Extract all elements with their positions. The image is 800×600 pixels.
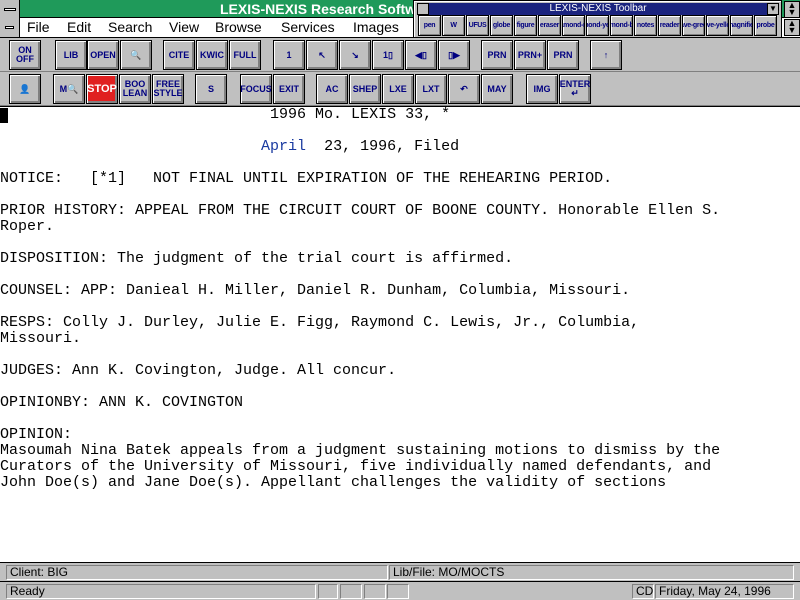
status-bar: Ready CD Friday, May 24, 1996	[0, 581, 800, 600]
document-line: OPINION:	[0, 426, 73, 443]
cite-button[interactable]: CITE	[163, 40, 195, 70]
chevron-down-icon[interactable]: ▼	[767, 3, 779, 15]
date-field: Friday, May 24, 1996	[655, 584, 794, 599]
calendar-button[interactable]: MAY	[481, 74, 513, 104]
print-disabled-button[interactable]: PRN	[547, 40, 579, 70]
shepards-button[interactable]: SHEP	[349, 74, 381, 104]
boolean-button[interactable]: BOO LEAN	[119, 74, 151, 104]
save-green-icon[interactable]: save-green	[682, 15, 705, 36]
magnifier-icon[interactable]: magnifier	[730, 15, 753, 36]
search-button[interactable]: 🔍	[120, 40, 152, 70]
menu-browse[interactable]: Browse	[215, 19, 262, 36]
figure-icon[interactable]: figure	[514, 15, 537, 36]
window-title: LEXIS-NEXIS Research Softw	[220, 1, 417, 17]
reader-icon[interactable]: reader	[658, 15, 681, 36]
toolbar-system-button[interactable]	[417, 3, 429, 15]
menu-file[interactable]: File	[27, 19, 50, 36]
prev-page-button[interactable]: ◀▯	[405, 40, 437, 70]
document-line: JUDGES: Ann K. Covington, Judge. All con…	[0, 362, 397, 379]
document-view[interactable]: 1996 Mo. LEXIS 33, * April 23, 1996, Fil…	[0, 106, 800, 562]
document-line: PRIOR HISTORY: APPEAL FROM THE CIRCUIT C…	[0, 202, 721, 219]
enter-button[interactable]: ENTER ↵	[559, 74, 591, 104]
next-page-button[interactable]: ▯▶	[438, 40, 470, 70]
status-text: Ready	[6, 584, 316, 599]
status-cell	[318, 584, 338, 599]
document-text: 1996 Mo. LEXIS 33, * April 23, 1996, Fil…	[0, 107, 720, 491]
lexcite-button[interactable]: LXE	[382, 74, 414, 104]
diamond-blue-icon[interactable]: diamond-blue	[610, 15, 633, 36]
client-field: Client: BIG	[6, 565, 388, 580]
toolbar-secondary: 👤 M🔍 STOP BOO LEAN FREE STYLE S FOCUS EXIT AC SHE…	[0, 72, 800, 106]
modify-button[interactable]: M🔍	[53, 74, 85, 104]
freestyle-button[interactable]: FREE STYLE	[152, 74, 184, 104]
cd-indicator: CD	[632, 584, 654, 599]
scroll-up-down-button[interactable]: ▲ ▼	[784, 19, 800, 36]
scroll-up-down-button[interactable]: ▲ ▼	[784, 1, 800, 18]
document-line: COUNSEL: APP: Danieal H. Miller, Daniel …	[0, 282, 631, 299]
status-cell	[364, 584, 386, 599]
toolbar-main: ON OFF LIB OPEN 🔍 CITE KWIC FULL 1 ↖ ↘ 1▯ ◀▯ ▯▶ PRN PR…	[0, 38, 800, 72]
document-line: RESPS: Colly J. Durley, Julie E. Figg, R…	[0, 314, 640, 331]
toolbar-window-title[interactable]: LEXIS-NEXIS Toolbar ▼	[417, 3, 779, 15]
open-folder-button[interactable]: OPEN	[87, 40, 119, 70]
on-off-button[interactable]: ON OFF	[9, 40, 41, 70]
diamond-yellow-icon[interactable]: diamond-yellow	[586, 15, 609, 36]
pen-icon[interactable]: pen	[418, 15, 441, 36]
full-button[interactable]: FULL	[229, 40, 261, 70]
focus-button[interactable]: FOCUS	[240, 74, 272, 104]
UFUS-icon[interactable]: UFUS	[466, 15, 489, 36]
shepard-kwic-button[interactable]: S	[195, 74, 227, 104]
libfile-field: Lib/File: MO/MOCTS	[389, 565, 794, 580]
document-menu-button[interactable]	[0, 18, 20, 37]
lexis-nexis-toolbar-window[interactable]: LEXIS-NEXIS Toolbar ▼ pen W UFUS globe figur…	[413, 0, 782, 38]
document-line: Missouri.	[0, 330, 82, 347]
probe-icon[interactable]: probe	[754, 15, 777, 36]
document-line: OPINIONBY: ANN K. COVINGTON	[0, 394, 244, 411]
users-button[interactable]: 👤	[9, 74, 41, 104]
diamond-red-icon[interactable]: diamond-red	[562, 15, 585, 36]
date-month[interactable]: April	[261, 138, 306, 155]
first-doc-button[interactable]: 1▯	[372, 40, 404, 70]
kwic-button[interactable]: KWIC	[196, 40, 228, 70]
W-icon[interactable]: W	[442, 15, 465, 36]
document-line: NOTICE: [*1] NOT FINAL UNTIL EXPIRATION …	[0, 170, 613, 187]
autocite-button[interactable]: AC	[316, 74, 348, 104]
print-all-button[interactable]: PRN+	[514, 40, 546, 70]
status-bar-client: Client: BIG Lib/File: MO/MOCTS	[0, 562, 800, 580]
lxt-button[interactable]: LXT	[415, 74, 447, 104]
stop-button[interactable]: STOP	[86, 74, 118, 104]
exit-focus-button[interactable]: EXIT	[273, 74, 305, 104]
top-button[interactable]: ↑	[590, 40, 622, 70]
print-button[interactable]: PRN	[481, 40, 513, 70]
citation: 1996 Mo. LEXIS 33, *	[270, 106, 451, 123]
status-cell	[340, 584, 362, 599]
save-yellow-icon[interactable]: save-yellow	[706, 15, 729, 36]
toolbar-window-title-text: LEXIS-NEXIS Toolbar	[549, 3, 647, 14]
menu-edit[interactable]: Edit	[67, 19, 91, 36]
eraser-icon[interactable]: eraser	[538, 15, 561, 36]
undo-button[interactable]: ↶	[448, 74, 480, 104]
menu-search[interactable]: Search	[108, 19, 152, 36]
document-line: Curators of the University of Missouri, …	[0, 458, 712, 475]
document-line: Masoumah Nina Batek appeals from a judgm…	[0, 442, 721, 459]
first-page-button[interactable]: 1	[273, 40, 305, 70]
document-line: Roper.	[0, 218, 55, 235]
menu-services[interactable]: Services	[281, 19, 335, 36]
menu-images[interactable]: Images	[353, 19, 399, 36]
globe-icon[interactable]: globe	[490, 15, 513, 36]
system-menu-button[interactable]	[0, 0, 20, 18]
image-button[interactable]: IMG	[526, 74, 558, 104]
prev-doc-button[interactable]: ↖	[306, 40, 338, 70]
document-line: DISPOSITION: The judgment of the trial c…	[0, 250, 514, 267]
next-doc-button[interactable]: ↘	[339, 40, 371, 70]
notes-icon[interactable]: notes	[634, 15, 657, 36]
status-cell	[387, 584, 409, 599]
document-line: John Doe(s) and Jane Doe(s). Appellant c…	[0, 474, 667, 491]
library-button[interactable]: LIB	[55, 40, 87, 70]
date-rest: 23, 1996, Filed	[306, 138, 460, 155]
menu-view[interactable]: View	[169, 19, 199, 36]
